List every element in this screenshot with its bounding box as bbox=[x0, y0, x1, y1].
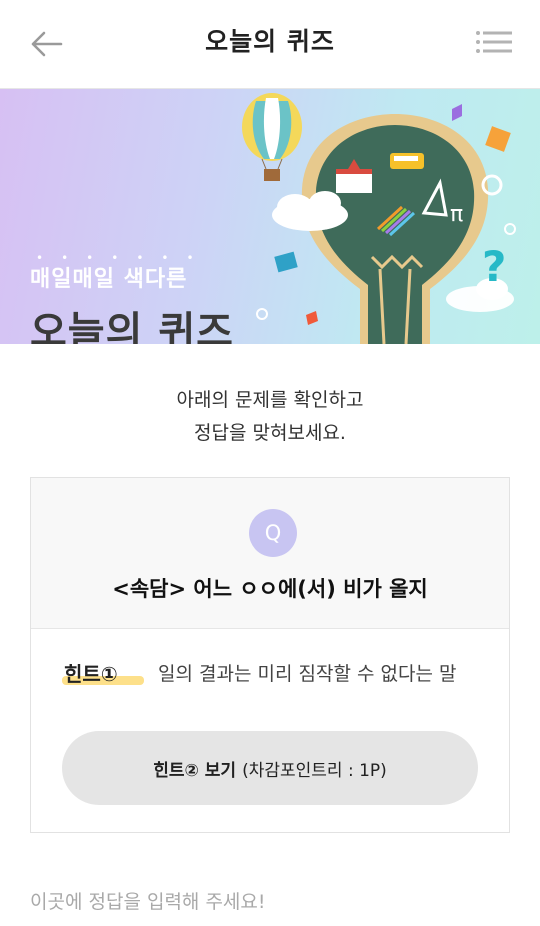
intro-line-1: 아래의 문제를 확인하고 bbox=[176, 389, 364, 411]
header: 오늘의 퀴즈 bbox=[0, 0, 540, 89]
question-text: <속담> 어느 ㅇㅇ에(서) 비가 올지 bbox=[112, 577, 428, 601]
lightbulb-chalkboard-illustration: π ? bbox=[242, 93, 516, 344]
answer-input[interactable] bbox=[30, 882, 510, 922]
svg-text:?: ? bbox=[482, 242, 506, 291]
menu-button[interactable] bbox=[472, 24, 516, 64]
hint-2-cost: (차감포인트리 : 1P) bbox=[242, 760, 387, 781]
page-title: 오늘의 퀴즈 bbox=[205, 27, 335, 56]
show-hint-2-button[interactable]: 힌트② 보기 (차감포인트리 : 1P) bbox=[62, 731, 478, 805]
intro-text: 아래의 문제를 확인하고 정답을 맞혀보세요. bbox=[0, 384, 540, 450]
svg-text:π: π bbox=[450, 202, 463, 227]
intro-line-2: 정답을 맞혀보세요. bbox=[194, 422, 346, 444]
quiz-card: Q <속담> 어느 ㅇㅇ에(서) 비가 올지 힌트① 일의 결과는 미리 짐작할… bbox=[30, 477, 510, 833]
hint-1-text: 일의 결과는 미리 짐작할 수 없다는 말 bbox=[158, 663, 457, 685]
quiz-banner: ••••••• 매일매일 색다른 오늘의 퀴즈 π ? bbox=[0, 89, 540, 344]
hamburger-menu-icon bbox=[476, 31, 512, 53]
question-panel: Q <속담> 어느 ㅇㅇ에(서) 비가 올지 bbox=[31, 478, 509, 629]
question-badge: Q bbox=[249, 509, 297, 557]
hint-1-row: 힌트① 일의 결과는 미리 짐작할 수 없다는 말 bbox=[62, 658, 492, 690]
hint-1-label: 힌트① bbox=[64, 662, 118, 686]
hint-2-label: 힌트② 보기 bbox=[153, 760, 237, 781]
